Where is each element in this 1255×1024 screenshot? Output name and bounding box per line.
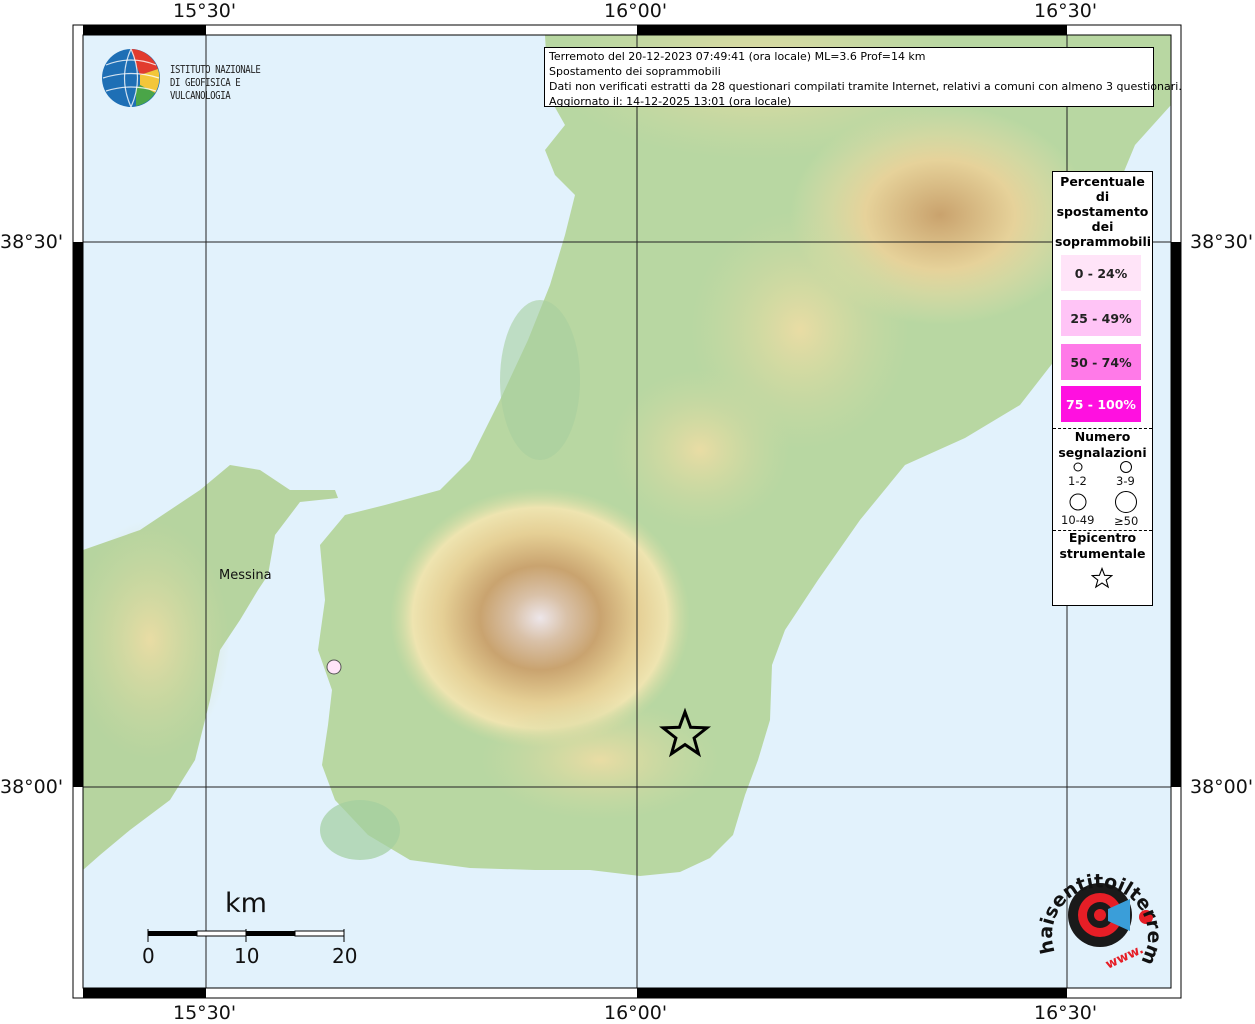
legend-panel: Percentuale di spostamento dei soprammob… (1052, 171, 1153, 606)
site-logo-url: www. (1103, 942, 1146, 973)
legend-bin-2: 25 - 49% (1061, 300, 1141, 336)
legend-epicenter-title: Epicentro strumentale (1059, 530, 1146, 561)
legend-bin-2-label: 25 - 49% (1070, 310, 1132, 326)
event-info-box: Terremoto del 20-12-2023 07:49:41 (ora l… (544, 47, 1182, 108)
coord-top-left: 15°30' (173, 0, 237, 22)
coord-bottom-left: 15°30' (173, 1002, 237, 1024)
event-info-line2: Spostamento dei soprammobili (549, 65, 721, 78)
coord-left-upper: 38°30' (0, 231, 64, 253)
coord-bottom-center: 16°00' (604, 1002, 668, 1024)
coord-right-upper: 38°30' (1190, 231, 1254, 253)
event-info-line1: Terremoto del 20-12-2023 07:49:41 (ora l… (549, 50, 926, 63)
legend-bin-4: 75 - 100% (1061, 386, 1141, 422)
site-logo: haisentitoilterremoto.it www. (1023, 840, 1180, 987)
legend-count-3: 10-49 (1061, 513, 1095, 527)
coord-top-center: 16°00' (604, 0, 668, 22)
scale-tick-10: 10 (234, 944, 260, 968)
legend-count-4: ≥50 (1114, 514, 1139, 528)
scale-unit: km (225, 888, 267, 919)
institute-line1: ISTITUTO NAZIONALE (170, 63, 261, 76)
institute-line2: DI GEOFISICA E VULCANOLOGIA (170, 76, 241, 102)
coord-right-lower: 38°00' (1190, 776, 1254, 798)
event-info-line3: Dati non verificati estratti da 28 quest… (549, 80, 1182, 93)
legend-bin-3: 50 - 74% (1061, 344, 1141, 380)
observation-marker[interactable] (326, 659, 342, 675)
terremoto-logo-icon: haisentitoilterremoto.it www. (1023, 840, 1165, 973)
ingv-globe-icon (102, 48, 160, 108)
coord-bottom-right: 16°30' (1034, 1002, 1098, 1024)
legend-count-2: 3-9 (1116, 474, 1135, 488)
event-info-line4: Aggiornato il: 14-12-2025 13:01 (ora loc… (549, 95, 792, 108)
legend-bin-4-label: 75 - 100% (1066, 396, 1136, 412)
coast-lowland (320, 800, 400, 860)
legend-bin-1: 0 - 24% (1061, 255, 1141, 291)
legend-count-1: 1-2 (1068, 474, 1087, 488)
coord-left-lower: 38°00' (0, 776, 64, 798)
legend-star-icon (1091, 567, 1113, 589)
coord-top-right: 16°30' (1034, 0, 1098, 22)
scale-tick-0: 0 (142, 944, 155, 968)
gioia-plain (500, 300, 580, 460)
legend-bin-1-label: 0 - 24% (1074, 265, 1128, 281)
city-label-messina: Messina (219, 568, 272, 583)
scale-tick-20: 20 (332, 944, 358, 968)
legend-bin-3-label: 50 - 74% (1070, 354, 1132, 370)
ingv-logo: ISTITUTO NAZIONALE DI GEOFISICA E VULCAN… (100, 47, 330, 109)
legend-title: Percentuale di spostamento dei soprammob… (1055, 174, 1152, 249)
